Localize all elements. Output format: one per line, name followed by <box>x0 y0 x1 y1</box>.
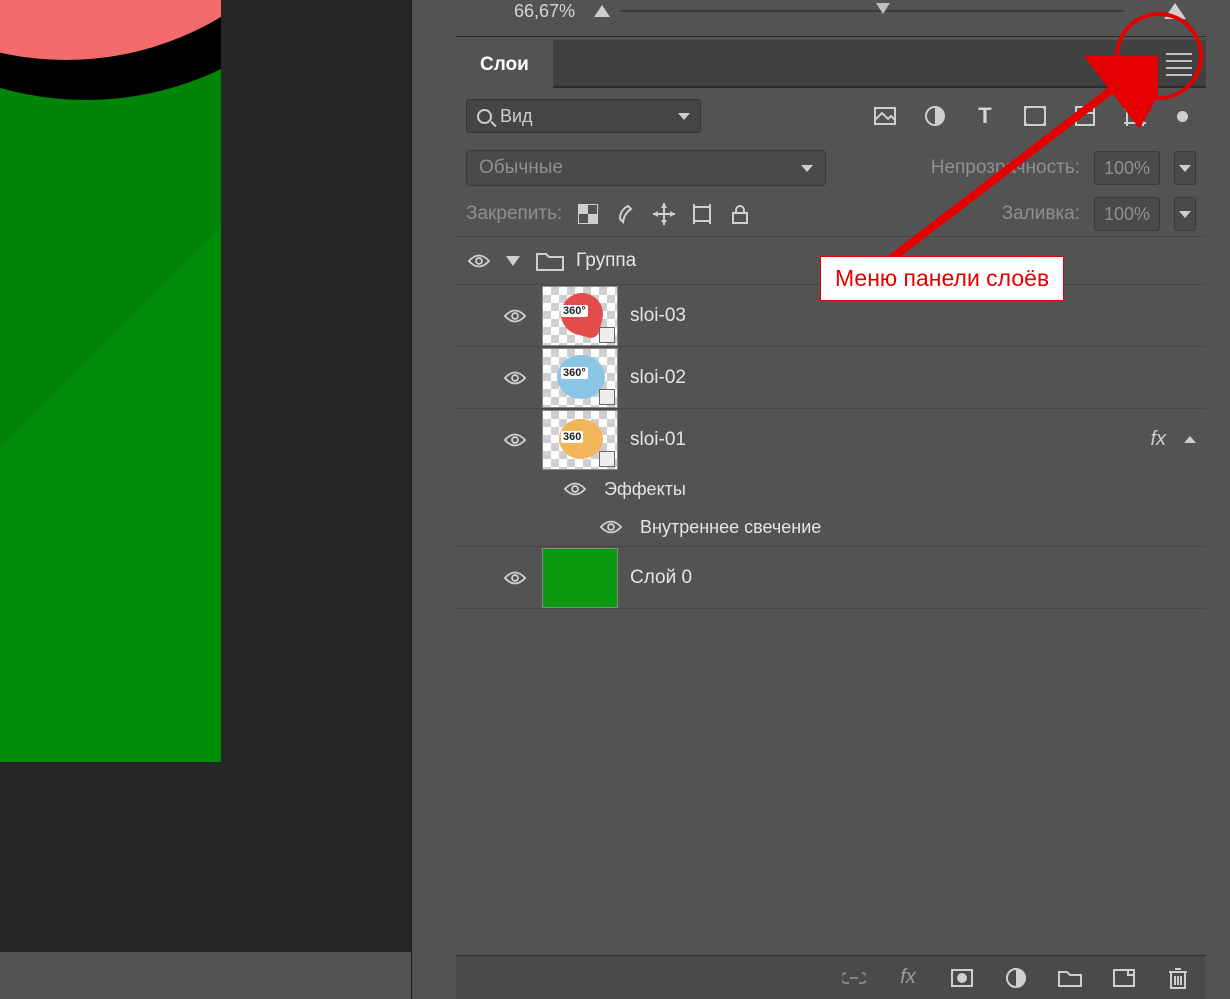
panel-gutter <box>411 0 456 999</box>
layer-row[interactable]: 360 sloi-01 fx <box>456 408 1206 470</box>
canvas-document[interactable] <box>0 0 221 762</box>
fx-button-icon[interactable]: fx <box>896 967 920 989</box>
lock-row: Закрепить: Заливка: 100% <box>456 192 1206 236</box>
opacity-dropdown[interactable] <box>1174 151 1196 185</box>
lock-all-icon[interactable] <box>728 202 752 226</box>
new-group-icon[interactable] <box>1058 967 1082 989</box>
zoom-slider[interactable] <box>620 8 1154 14</box>
smartobject-badge-icon <box>599 389 615 405</box>
panel-tab-header: Слои <box>456 37 1206 88</box>
delete-layer-icon[interactable] <box>1166 967 1190 989</box>
fill-value[interactable]: 100% <box>1094 197 1160 231</box>
visibility-toggle[interactable] <box>500 432 530 448</box>
lock-transparency-icon[interactable] <box>576 202 600 226</box>
chevron-down-icon <box>801 165 813 172</box>
canvas-area[interactable] <box>0 0 411 952</box>
fill-label: Заливка: <box>1002 203 1080 225</box>
layer-list: Группа 360° sloi-03 360° sloi-02 <box>456 236 1206 609</box>
effect-item-row[interactable]: Внутреннее свечение <box>456 508 1206 546</box>
visibility-toggle[interactable] <box>596 519 626 535</box>
group-name[interactable]: Группа <box>576 250 636 272</box>
lock-position-icon[interactable] <box>652 202 676 226</box>
opacity-label: Непрозрачность: <box>931 157 1080 179</box>
layer-row[interactable]: Слой 0 <box>456 546 1206 608</box>
filter-image-icon[interactable] <box>873 105 897 127</box>
adjustment-layer-icon[interactable] <box>1004 967 1028 989</box>
layer-thumbnail[interactable]: 360 <box>542 410 618 470</box>
blend-mode-select[interactable]: Обычные <box>466 150 826 186</box>
tab-empty-area <box>553 40 1206 88</box>
layer-filter-label: Вид <box>500 106 533 127</box>
layer-filter-row: Вид T <box>456 88 1206 144</box>
effects-heading: Эффекты <box>604 479 686 500</box>
layer-name[interactable]: sloi-01 <box>630 429 686 451</box>
layer-thumbnail[interactable]: 360° <box>542 286 618 346</box>
layer-thumbnail[interactable] <box>542 548 618 608</box>
filter-artboard-icon[interactable] <box>1123 105 1147 127</box>
fill-dropdown[interactable] <box>1174 197 1196 231</box>
filter-shape-icon[interactable] <box>1023 105 1047 127</box>
fx-indicator[interactable]: fx <box>1150 428 1166 451</box>
effects-heading-row[interactable]: Эффекты <box>456 470 1206 508</box>
filter-adjustment-icon[interactable] <box>923 105 947 127</box>
scrollbar-area[interactable] <box>1206 0 1230 999</box>
zoom-small-icon <box>594 5 610 17</box>
layer-name[interactable]: Слой 0 <box>630 567 692 589</box>
panel-menu-button[interactable] <box>1159 47 1199 81</box>
group-collapse-toggle[interactable] <box>506 256 524 266</box>
layer-name[interactable]: sloi-03 <box>630 305 686 327</box>
visibility-toggle[interactable] <box>500 308 530 324</box>
smartobject-badge-icon <box>599 327 615 343</box>
mask-button-icon[interactable] <box>950 967 974 989</box>
visibility-toggle[interactable] <box>464 253 494 269</box>
canvas-statusbar <box>0 952 411 999</box>
blend-mode-value: Обычные <box>479 157 563 179</box>
visibility-toggle[interactable] <box>500 370 530 386</box>
filter-text-icon[interactable]: T <box>973 105 997 127</box>
folder-icon <box>536 250 564 272</box>
layer-group-row[interactable]: Группа <box>456 236 1206 284</box>
visibility-toggle[interactable] <box>560 481 590 497</box>
layer-thumbnail[interactable]: 360° <box>542 348 618 408</box>
layer-name[interactable]: sloi-02 <box>630 367 686 389</box>
chevron-down-icon <box>678 113 690 120</box>
layer-filter-icons: T <box>873 105 1196 127</box>
effect-name: Внутреннее свечение <box>640 517 821 538</box>
filter-smartobject-icon[interactable] <box>1073 105 1097 127</box>
navigator-zoom-bar: 66,67% <box>456 0 1206 22</box>
visibility-toggle[interactable] <box>500 570 530 586</box>
search-icon <box>477 109 492 124</box>
zoom-slider-thumb[interactable] <box>876 3 890 14</box>
layer-row[interactable]: 360° sloi-02 <box>456 346 1206 408</box>
lock-label: Закрепить: <box>466 203 562 225</box>
zoom-large-icon <box>1164 3 1186 19</box>
smartobject-badge-icon <box>599 451 615 467</box>
lock-paint-icon[interactable] <box>614 202 638 226</box>
filter-toggle-switch[interactable] <box>1177 111 1188 122</box>
opacity-value[interactable]: 100% <box>1094 151 1160 185</box>
link-layers-icon[interactable] <box>842 967 866 989</box>
zoom-value[interactable]: 66,67% <box>514 1 584 22</box>
tab-layers[interactable]: Слои <box>456 40 553 88</box>
layers-panel: 66,67% Слои Вид <box>456 0 1206 999</box>
new-layer-icon[interactable] <box>1112 967 1136 989</box>
layer-filter-select[interactable]: Вид <box>466 99 701 133</box>
blend-mode-row: Обычные Непрозрачность: 100% <box>456 144 1206 192</box>
layers-action-bar: fx <box>456 955 1206 999</box>
lock-artboard-icon[interactable] <box>690 202 714 226</box>
layer-row[interactable]: 360° sloi-03 <box>456 284 1206 346</box>
fx-collapse-toggle[interactable] <box>1184 436 1196 443</box>
tab-layers-label: Слои <box>480 54 529 76</box>
